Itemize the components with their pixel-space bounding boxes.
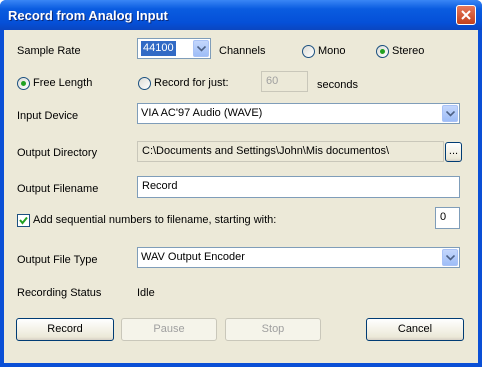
chevron-down-icon: [446, 255, 455, 261]
output-directory-input[interactable]: C:\Documents and Settings\John\Mis docum…: [137, 141, 444, 162]
output-file-type-select[interactable]: WAV Output Encoder: [137, 247, 460, 268]
stereo-radio[interactable]: [376, 45, 389, 58]
free-length-radio[interactable]: [17, 77, 30, 90]
output-filename-input[interactable]: Record: [137, 176, 460, 198]
record-for-label[interactable]: Record for just:: [154, 77, 229, 89]
input-device-label: Input Device: [17, 110, 79, 122]
sample-rate-label: Sample Rate: [17, 45, 81, 57]
close-icon: [461, 10, 471, 20]
close-button[interactable]: [456, 5, 476, 25]
recording-status-value: Idle: [137, 287, 155, 299]
seconds-label: seconds: [317, 79, 358, 91]
checkmark-icon: [19, 216, 28, 225]
sequential-numbers-label[interactable]: Add sequential numbers to filename, star…: [33, 214, 276, 226]
output-file-type-label: Output File Type: [17, 254, 98, 266]
chevron-down-icon: [446, 111, 455, 117]
sequential-start-input[interactable]: 0: [435, 207, 460, 229]
chevron-down-icon: [197, 46, 206, 52]
output-file-type-dropdown-button[interactable]: [442, 249, 458, 266]
title-bar[interactable]: Record from Analog Input: [0, 0, 482, 30]
free-length-label[interactable]: Free Length: [33, 77, 92, 89]
stop-button[interactable]: Stop: [225, 318, 321, 341]
record-button[interactable]: Record: [16, 318, 114, 341]
dialog-body: Sample Rate 44100 Channels Mono Stereo F…: [4, 30, 478, 363]
output-filename-label: Output Filename: [17, 183, 99, 195]
output-file-type-value: WAV Output Encoder: [141, 251, 245, 263]
input-device-select[interactable]: VIA AC'97 Audio (WAVE): [137, 103, 460, 124]
browse-button[interactable]: ...: [445, 142, 462, 162]
radio-selected-dot: [21, 81, 26, 86]
sample-rate-dropdown-button[interactable]: [193, 40, 209, 57]
cancel-button[interactable]: Cancel: [366, 318, 464, 341]
mono-label[interactable]: Mono: [318, 45, 346, 57]
channels-label: Channels: [219, 45, 266, 57]
stereo-label[interactable]: Stereo: [392, 45, 424, 57]
recording-status-label: Recording Status: [17, 287, 102, 299]
input-device-dropdown-button[interactable]: [442, 105, 458, 122]
record-for-radio[interactable]: [138, 77, 151, 90]
window-title: Record from Analog Input: [8, 8, 168, 23]
pause-button[interactable]: Pause: [121, 318, 217, 341]
input-device-value: VIA AC'97 Audio (WAVE): [141, 107, 263, 119]
dialog-window: Record from Analog Input Sample Rate 441…: [0, 0, 482, 367]
sample-rate-value: 44100: [141, 41, 176, 56]
output-directory-label: Output Directory: [17, 147, 98, 159]
mono-radio[interactable]: [302, 45, 315, 58]
seconds-input[interactable]: 60: [261, 71, 308, 92]
radio-selected-dot: [380, 49, 385, 54]
sequential-numbers-checkbox[interactable]: [17, 214, 30, 227]
sample-rate-select[interactable]: 44100: [137, 38, 211, 59]
